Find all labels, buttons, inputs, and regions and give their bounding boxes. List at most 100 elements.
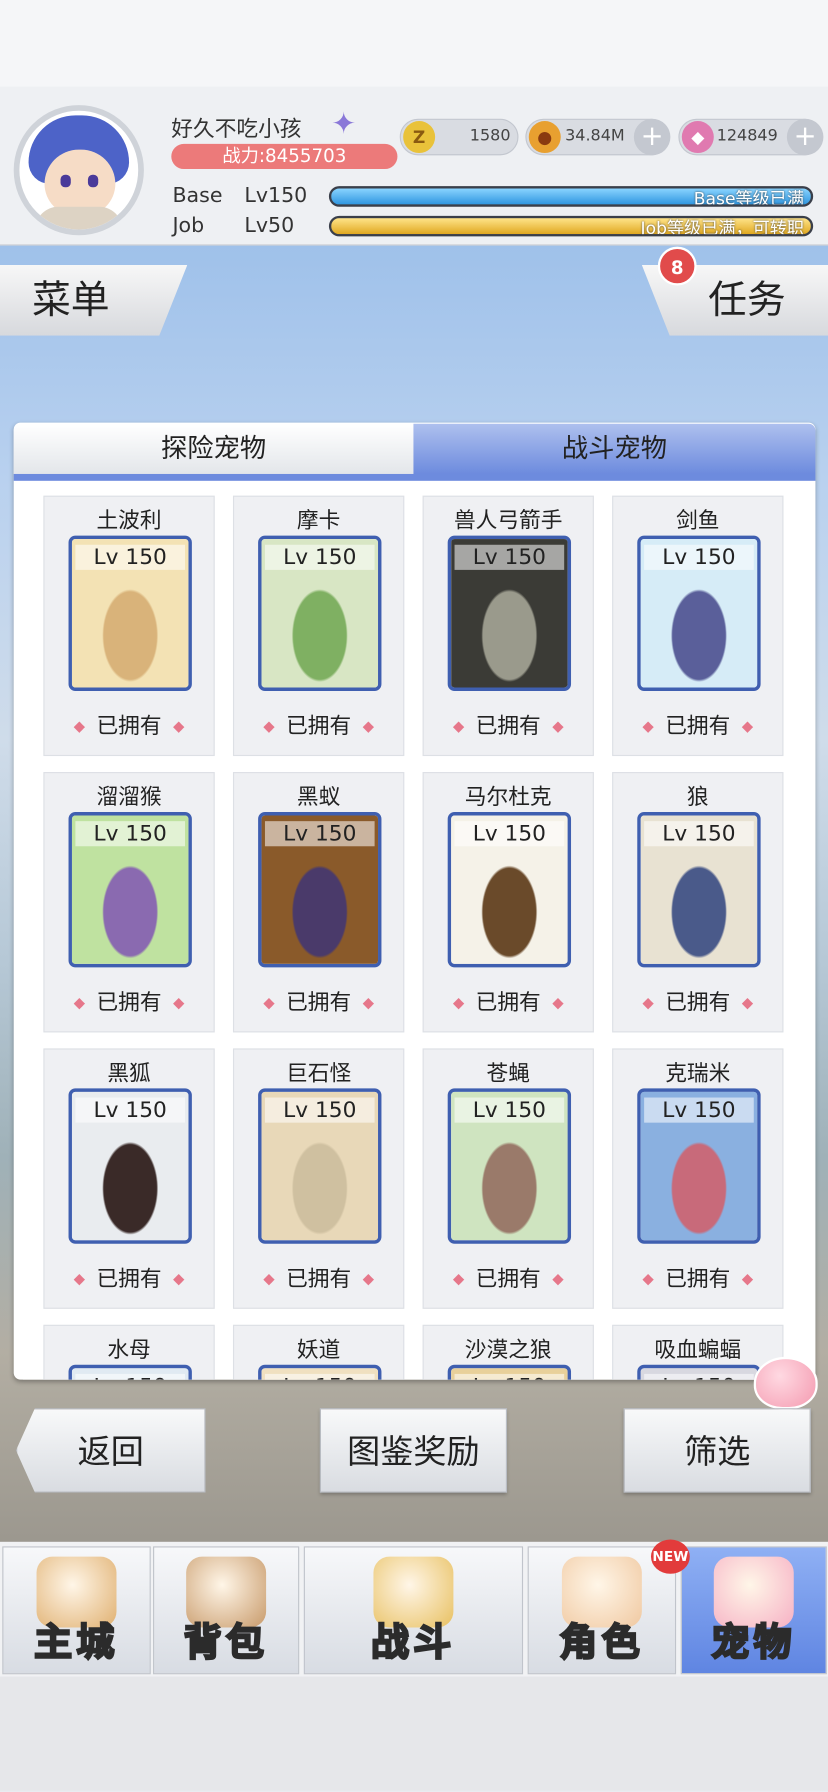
diamond-icon: ◆ xyxy=(173,994,185,1012)
pet-portrait: Lv 150 xyxy=(258,812,382,968)
rank-star-icon: ✦ xyxy=(331,107,357,142)
pet-owned-status: ◆ 已拥有 ◆ xyxy=(613,1262,782,1293)
pet-owned-status: ◆ 已拥有 ◆ xyxy=(424,709,593,740)
pet-card[interactable]: 土波利 Lv 150 ◆ 已拥有 ◆ xyxy=(43,495,215,757)
diamond-icon: ◆ xyxy=(263,994,275,1012)
nav-battle[interactable]: 战斗 xyxy=(303,1546,524,1675)
nav-label: 战斗 xyxy=(370,1618,456,1665)
pet-card[interactable]: 巨石怪 Lv 150 ◆ 已拥有 ◆ xyxy=(232,1048,405,1309)
pet-name: 妖道 xyxy=(296,1337,341,1363)
tasks-badge: 8 xyxy=(657,246,697,286)
pet-portrait: Lv 150 xyxy=(447,1364,572,1380)
pet-status-label: 已拥有 xyxy=(286,713,352,739)
pet-card[interactable]: 苍蝇 Lv 150 ◆ 已拥有 ◆ xyxy=(422,1048,594,1309)
base-level: Lv150 xyxy=(244,183,308,208)
gold-display: ● 34.84M + xyxy=(525,118,671,156)
pet-status-label: 已拥有 xyxy=(286,990,352,1016)
pet-name: 吸血蝙蝠 xyxy=(654,1337,742,1363)
pet-portrait: Lv 150 xyxy=(447,812,572,968)
pet-owned-status: ◆ 已拥有 ◆ xyxy=(45,1262,214,1293)
diamond-icon: ◆ xyxy=(552,1271,564,1289)
pet-level: Lv 150 xyxy=(644,821,754,847)
nav-bag[interactable]: 背包 xyxy=(153,1546,300,1675)
pet-card[interactable]: 克瑞米 Lv 150 ◆ 已拥有 ◆ xyxy=(612,1048,784,1309)
pet-portrait: Lv 150 xyxy=(258,1088,382,1244)
job-exp-bar: Job等级已满，可转职 xyxy=(328,215,814,237)
nav-label: 背包 xyxy=(183,1618,269,1665)
tab-explore-pets[interactable]: 探险宠物 xyxy=(13,423,414,474)
pet-owned-status: ◆ 已拥有 ◆ xyxy=(234,709,403,740)
diamond-icon: ◆ xyxy=(552,994,564,1012)
diamond-icon: ◆ xyxy=(263,1271,275,1289)
pet-owned-status: ◆ 已拥有 ◆ xyxy=(613,709,782,740)
diamond-icon: ◆ xyxy=(362,718,375,736)
pet-card[interactable]: 溜溜猴 Lv 150 ◆ 已拥有 ◆ xyxy=(43,772,215,1033)
pet-status-label: 已拥有 xyxy=(475,1266,541,1292)
pet-name: 土波利 xyxy=(96,508,162,534)
nav-pet[interactable]: 宠物 xyxy=(680,1546,827,1675)
pet-card[interactable]: 水母Lv 150◆已拥有◆ xyxy=(43,1324,215,1380)
pet-portrait: Lv 150 xyxy=(68,812,192,968)
pet-owned-status: ◆ 已拥有 ◆ xyxy=(234,986,403,1017)
pet-card[interactable]: 兽人弓箭手 Lv 150 ◆ 已拥有 ◆ xyxy=(422,495,594,757)
diamond-icon: ◆ xyxy=(362,1271,375,1289)
pet-card[interactable]: 马尔杜克 Lv 150 ◆ 已拥有 ◆ xyxy=(422,772,594,1033)
pet-card[interactable]: 黑狐 Lv 150 ◆ 已拥有 ◆ xyxy=(43,1048,215,1309)
pet-owned-status: ◆ 已拥有 ◆ xyxy=(45,709,214,740)
pet-status-label: 已拥有 xyxy=(286,1266,352,1292)
collection-reward-button[interactable]: 图鉴奖励 xyxy=(319,1408,508,1493)
pet-level: Lv 150 xyxy=(75,544,186,570)
pet-level: Lv 150 xyxy=(264,1097,375,1123)
nav-city[interactable]: 主城 xyxy=(2,1546,151,1675)
filter-button[interactable]: 筛选 xyxy=(623,1408,811,1493)
pet-status-label: 已拥有 xyxy=(96,1266,162,1292)
base-label: Base xyxy=(172,183,223,208)
gold-pot-icon: ● xyxy=(528,121,561,154)
pet-card[interactable]: 狼 Lv 150 ◆ 已拥有 ◆ xyxy=(612,772,784,1033)
diamond-icon: ◆ xyxy=(741,1271,754,1289)
pet-name: 苍蝇 xyxy=(486,1060,530,1087)
tab-battle-pets[interactable]: 战斗宠物 xyxy=(413,423,816,474)
diamond-icon: ◆ xyxy=(452,994,465,1012)
pet-owned-status: ◆ 已拥有 ◆ xyxy=(424,986,593,1017)
pet-card[interactable]: 黑蚁 Lv 150 ◆ 已拥有 ◆ xyxy=(232,772,405,1033)
poring-float-icon[interactable] xyxy=(753,1356,818,1410)
pet-level: Lv 150 xyxy=(264,821,375,847)
job-label: Job xyxy=(172,213,205,238)
diamond-icon: ◆ xyxy=(73,718,86,736)
pet-level: Lv 150 xyxy=(75,1097,186,1123)
pet-level: Lv 150 xyxy=(644,544,754,570)
pet-status-label: 已拥有 xyxy=(96,713,162,739)
pet-owned-status: ◆ 已拥有 ◆ xyxy=(45,986,214,1017)
add-gem-button[interactable]: + xyxy=(786,118,824,156)
pet-card[interactable]: 摩卡 Lv 150 ◆ 已拥有 ◆ xyxy=(232,495,405,757)
diamond-icon: ◆ xyxy=(741,718,754,736)
diamond-icon: ◆ xyxy=(362,994,375,1012)
pet-card[interactable]: 剑鱼 Lv 150 ◆ 已拥有 ◆ xyxy=(612,495,784,757)
pet-level: Lv 150 xyxy=(644,1373,754,1380)
pet-status-label: 已拥有 xyxy=(665,1266,731,1292)
pet-card[interactable]: 沙漠之狼Lv 150◆已拥有◆ xyxy=(422,1324,594,1380)
diamond-icon: ◆ xyxy=(452,718,465,736)
menu-button[interactable]: 菜单 xyxy=(0,264,188,336)
job-level: Lv50 xyxy=(244,213,295,238)
pet-level: Lv 150 xyxy=(264,544,375,570)
pet-portrait: Lv 150 xyxy=(637,535,761,691)
back-button[interactable]: 返回 xyxy=(15,1408,206,1493)
add-gold-button[interactable]: + xyxy=(633,118,671,156)
pet-name: 克瑞米 xyxy=(665,1060,731,1087)
pet-status-label: 已拥有 xyxy=(475,990,541,1016)
player-avatar[interactable] xyxy=(13,105,144,236)
pet-portrait: Lv 150 xyxy=(447,1088,572,1244)
pet-level: Lv 150 xyxy=(75,821,186,847)
pet-portrait: Lv 150 xyxy=(68,1364,192,1380)
pet-card[interactable]: 妖道Lv 150◆已拥有◆ xyxy=(232,1324,405,1380)
pet-grid[interactable]: 土波利 Lv 150 ◆ 已拥有 ◆ 摩卡 Lv 150 ◆ 已拥有 ◆ 兽人弓箭手 Lv 150 ◆ 已… xyxy=(22,485,807,1380)
pet-status-label: 已拥有 xyxy=(475,713,541,739)
pet-level: Lv 150 xyxy=(454,544,565,570)
pet-name: 黑蚁 xyxy=(296,784,341,810)
base-status: Base等级已满 xyxy=(693,188,805,207)
job-status: Job等级已满，可转职 xyxy=(640,218,805,237)
pet-portrait: Lv 150 xyxy=(637,1364,761,1380)
base-exp-bar: Base等级已满 xyxy=(328,186,814,207)
